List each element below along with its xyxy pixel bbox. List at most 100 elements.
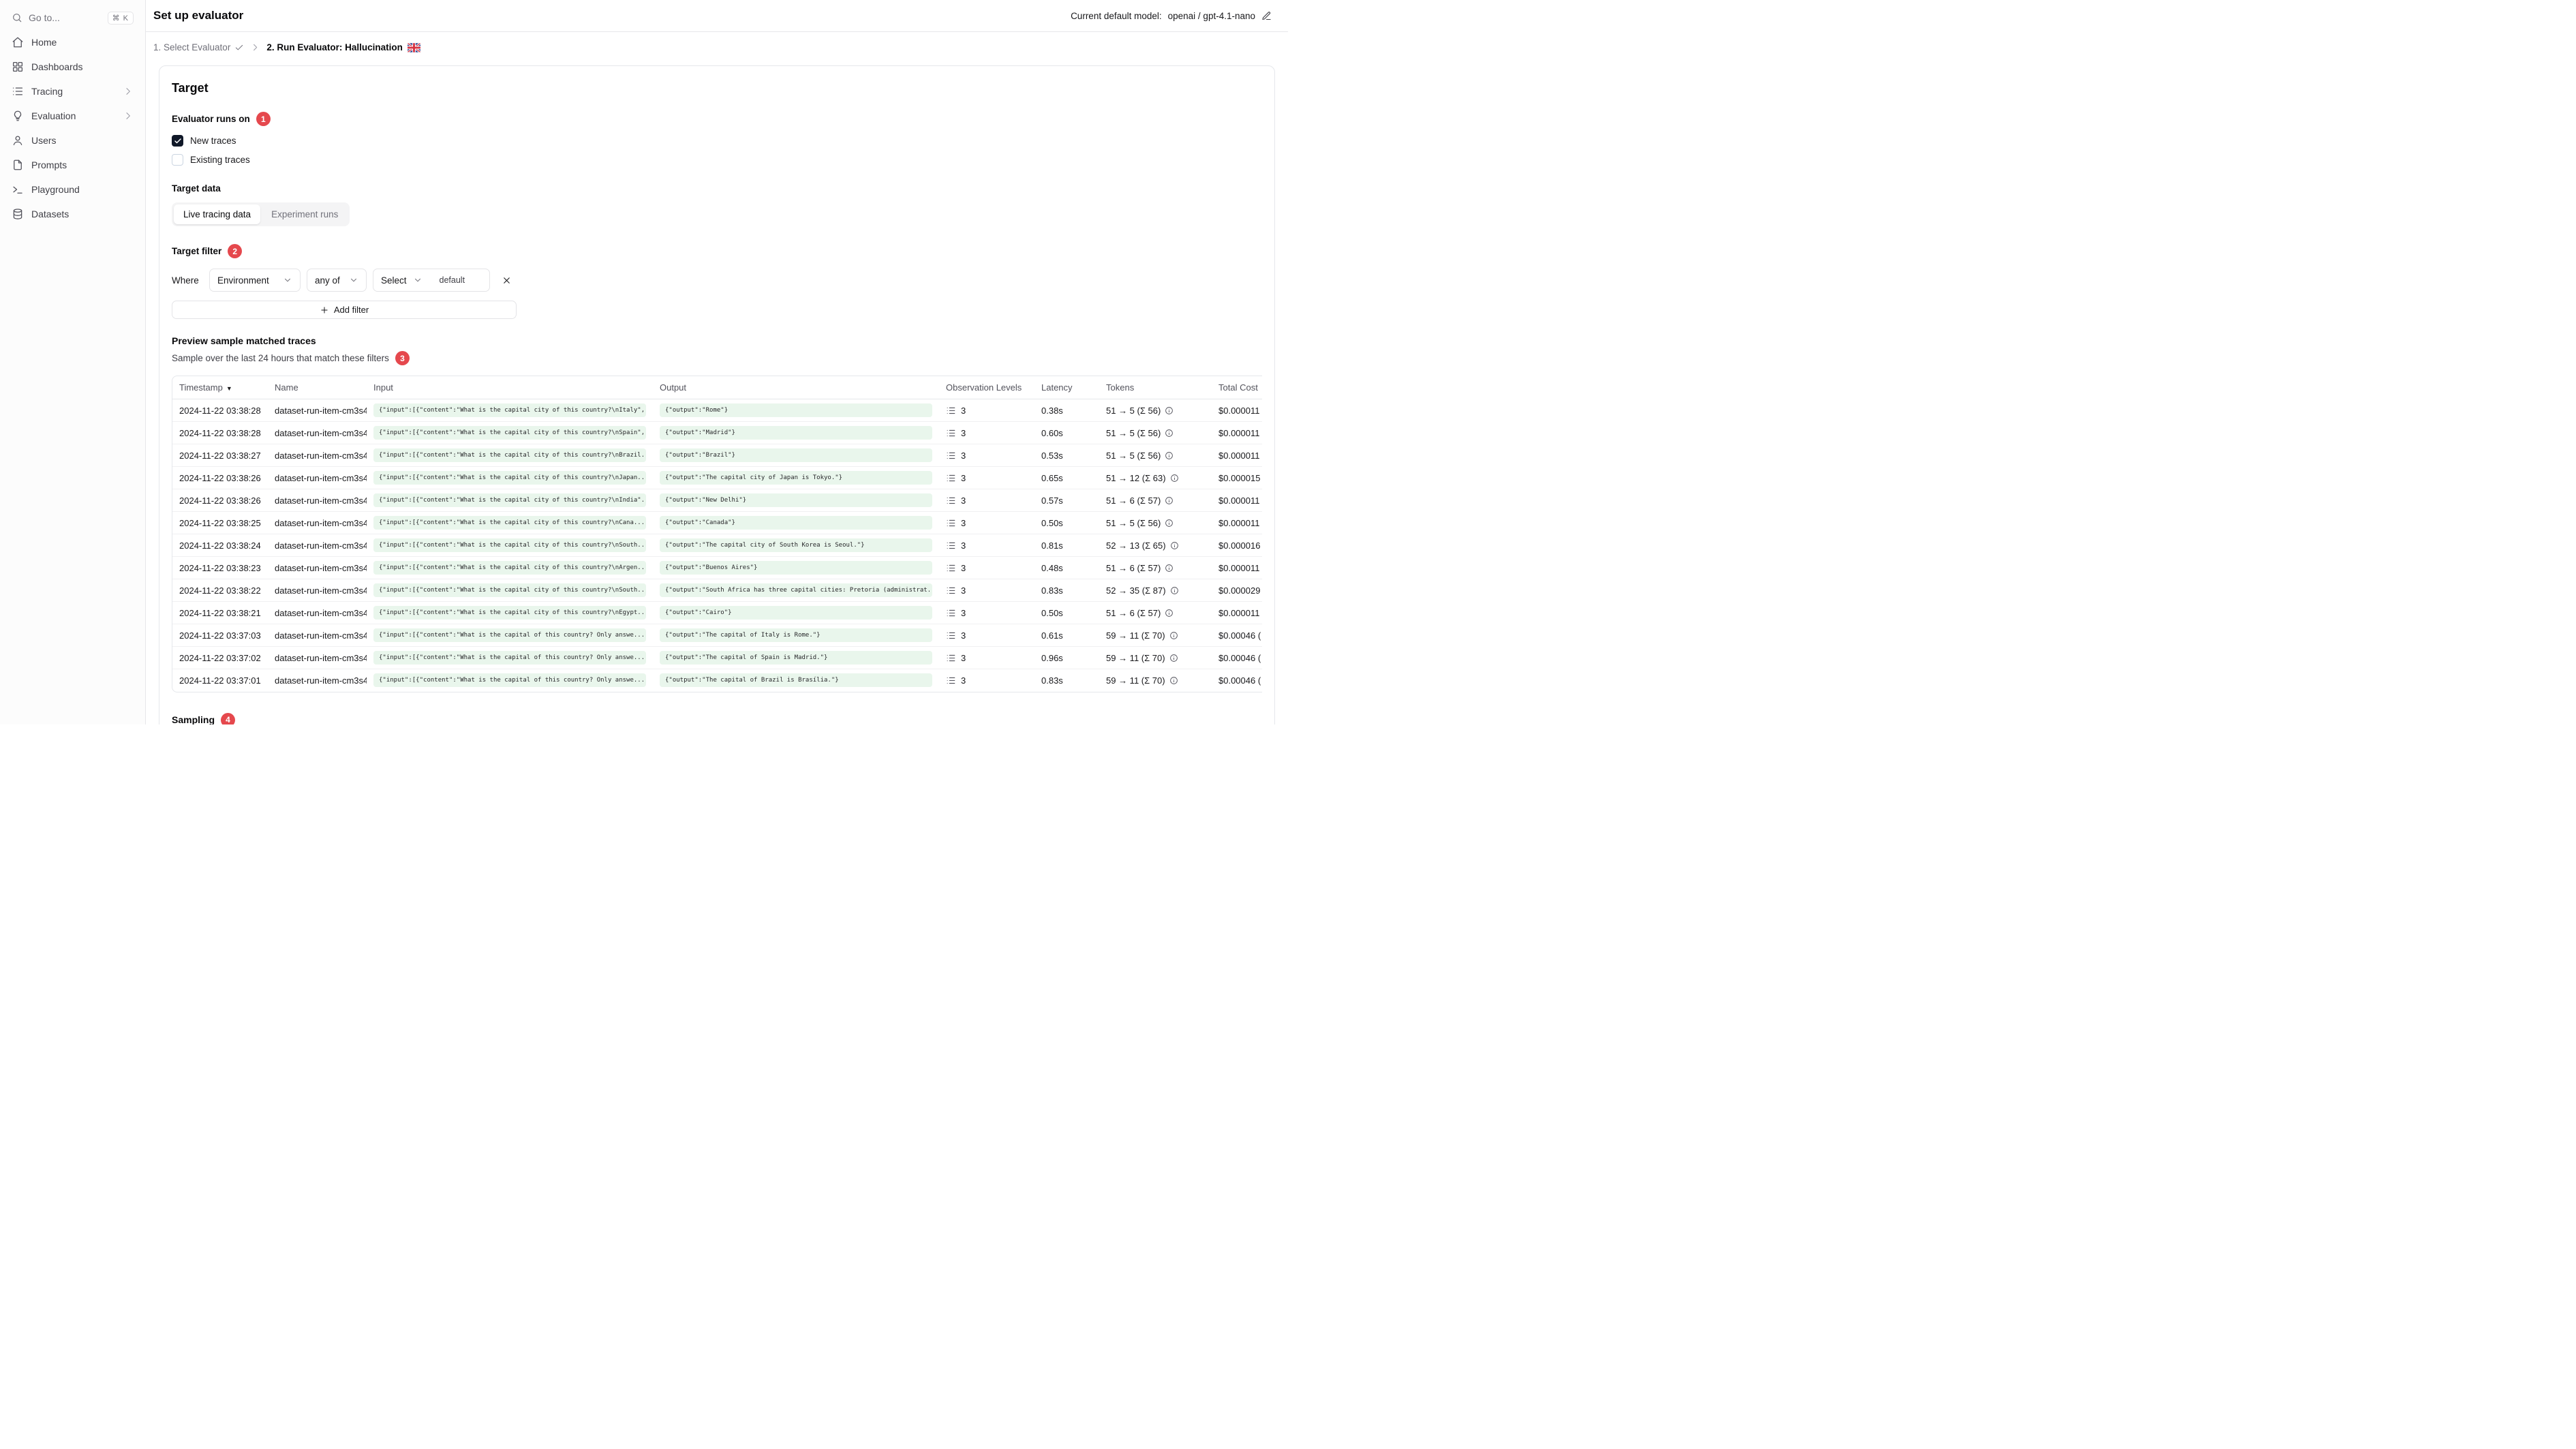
input-preview: {"input":[{"content":"What is the capita… — [373, 673, 646, 688]
cell-output: {"output":"Canada"} — [653, 511, 939, 534]
table-row[interactable]: 2024-11-22 03:37:02 dataset-run-item-cm3… — [172, 646, 1262, 669]
sidebar-item-dashboards[interactable]: Dashboards — [5, 55, 140, 79]
column-header-timestamp[interactable]: Timestamp ▼ — [172, 376, 268, 399]
table-row[interactable]: 2024-11-22 03:37:03 dataset-run-item-cm3… — [172, 624, 1262, 647]
cell-timestamp: 2024-11-22 03:38:25 — [172, 511, 268, 534]
cell-observation-levels: 3 — [939, 399, 1034, 422]
table-row[interactable]: 2024-11-22 03:38:25 dataset-run-item-cm3… — [172, 511, 1262, 534]
cell-input: {"input":[{"content":"What is the capita… — [367, 421, 653, 444]
sort-desc-icon[interactable]: ▼ — [226, 385, 232, 392]
sidebar-item-evaluation[interactable]: Evaluation — [5, 104, 140, 128]
cell-total-cost: $0.000016 ( — [1212, 534, 1262, 557]
cell-observation-levels: 3 — [939, 421, 1034, 444]
add-filter-button[interactable]: Add filter — [172, 301, 517, 319]
observation-levels-icon — [946, 675, 956, 686]
default-model-value: openai / gpt-4.1-nano — [1167, 10, 1255, 21]
checkbox-unchecked-icon — [172, 154, 183, 166]
column-header-observation-levels[interactable]: Observation Levels — [939, 376, 1034, 399]
cell-input: {"input":[{"content":"What is the capita… — [367, 556, 653, 579]
info-icon[interactable] — [1169, 631, 1178, 640]
checkbox-existing-traces[interactable]: Existing traces — [172, 154, 1262, 166]
cell-total-cost: $0.000011 ( — [1212, 601, 1262, 624]
input-preview: {"input":[{"content":"What is the capita… — [373, 516, 646, 530]
table-row[interactable]: 2024-11-22 03:38:24 dataset-run-item-cm3… — [172, 534, 1262, 557]
cell-timestamp: 2024-11-22 03:37:03 — [172, 624, 268, 647]
cell-observation-levels: 3 — [939, 601, 1034, 624]
info-icon[interactable] — [1170, 541, 1179, 550]
column-header-latency[interactable]: Latency — [1034, 376, 1099, 399]
info-icon[interactable] — [1169, 654, 1178, 662]
cell-name: dataset-run-item-cm3s4 — [268, 511, 367, 534]
table-row[interactable]: 2024-11-22 03:38:27 dataset-run-item-cm3… — [172, 444, 1262, 467]
column-header-tokens[interactable]: Tokens — [1099, 376, 1212, 399]
checkbox-new-traces[interactable]: New traces — [172, 135, 1262, 147]
info-icon[interactable] — [1165, 496, 1174, 505]
table-row[interactable]: 2024-11-22 03:38:28 dataset-run-item-cm3… — [172, 399, 1262, 422]
input-preview: {"input":[{"content":"What is the capita… — [373, 583, 646, 597]
cell-tokens: 59 → 11 (Σ 70) — [1099, 669, 1212, 692]
column-header-total-cost[interactable]: Total Cost — [1212, 376, 1262, 399]
tab-live-tracing-data[interactable]: Live tracing data — [174, 204, 261, 224]
sidebar-item-home[interactable]: Home — [5, 30, 140, 55]
sidebar-item-tracing[interactable]: Tracing — [5, 79, 140, 104]
info-icon[interactable] — [1165, 564, 1174, 573]
cell-latency: 0.60s — [1034, 421, 1099, 444]
token-usage: 51 → 5 (Σ 56) — [1106, 517, 1161, 528]
filter-operator-select[interactable]: any of — [307, 269, 367, 292]
observation-levels-icon — [946, 540, 956, 551]
add-filter-label: Add filter — [333, 305, 369, 315]
checkbox-label: New traces — [190, 136, 236, 146]
cell-latency: 0.81s — [1034, 534, 1099, 557]
cell-output: {"output":"Cairo"} — [653, 601, 939, 624]
sidebar-item-prompts[interactable]: Prompts — [5, 153, 140, 177]
input-preview: {"input":[{"content":"What is the capita… — [373, 651, 646, 665]
column-header-input[interactable]: Input — [367, 376, 653, 399]
dashboards-icon — [12, 61, 24, 73]
info-icon[interactable] — [1165, 429, 1174, 438]
observation-levels-icon — [946, 406, 956, 416]
cell-timestamp: 2024-11-22 03:37:01 — [179, 675, 261, 686]
info-icon[interactable] — [1165, 451, 1174, 460]
filter-value-badge: default — [439, 275, 465, 285]
filter-column-select[interactable]: Environment — [209, 269, 301, 292]
table-row[interactable]: 2024-11-22 03:38:26 dataset-run-item-cm3… — [172, 466, 1262, 489]
column-header-output[interactable]: Output — [653, 376, 939, 399]
column-header-name[interactable]: Name — [268, 376, 367, 399]
output-preview: {"output":"Cairo"} — [660, 606, 932, 620]
cell-total-cost: $0.00046 ( — [1218, 675, 1261, 686]
cell-output: {"output":"Buenos Aires"} — [653, 556, 939, 579]
checkbox-label: Existing traces — [190, 155, 250, 165]
sidebar-item-playground[interactable]: Playground — [5, 177, 140, 202]
table-row[interactable]: 2024-11-22 03:38:28 dataset-run-item-cm3… — [172, 421, 1262, 444]
cell-latency: 0.96s — [1034, 646, 1099, 669]
table-row[interactable]: 2024-11-22 03:38:21 dataset-run-item-cm3… — [172, 601, 1262, 624]
cell-timestamp: 2024-11-22 03:38:26 — [172, 466, 268, 489]
info-icon[interactable] — [1165, 609, 1174, 617]
step-select-evaluator[interactable]: 1. Select Evaluator — [153, 42, 244, 52]
prompts-icon — [12, 159, 24, 171]
info-icon[interactable] — [1170, 586, 1179, 595]
filter-value-select[interactable]: Select default — [373, 269, 490, 292]
input-preview: {"input":[{"content":"What is the capita… — [373, 471, 646, 485]
goto-search[interactable]: Go to... ⌘ K — [5, 5, 140, 30]
nav-label: Playground — [31, 184, 80, 195]
cell-latency: 0.53s — [1034, 444, 1099, 467]
table-row[interactable]: 2024-11-22 03:37:01 dataset-run-item-cm3… — [172, 669, 1262, 692]
remove-filter-button[interactable] — [496, 270, 517, 290]
pencil-icon[interactable] — [1261, 11, 1272, 21]
info-icon[interactable] — [1165, 406, 1174, 415]
table-row[interactable]: 2024-11-22 03:38:23 dataset-run-item-cm3… — [172, 556, 1262, 579]
nav-label: Home — [31, 37, 57, 48]
info-icon[interactable] — [1170, 474, 1179, 483]
info-icon[interactable] — [1165, 519, 1174, 528]
tab-experiment-runs[interactable]: Experiment runs — [262, 204, 348, 224]
table-row[interactable]: 2024-11-22 03:38:26 dataset-run-item-cm3… — [172, 489, 1262, 512]
sidebar-item-datasets[interactable]: Datasets — [5, 202, 140, 226]
output-preview: {"output":"Buenos Aires"} — [660, 561, 932, 575]
table-row[interactable]: 2024-11-22 03:38:22 dataset-run-item-cm3… — [172, 579, 1262, 602]
nav-label: Tracing — [31, 86, 63, 97]
cell-input: {"input":[{"content":"What is the capita… — [367, 534, 653, 557]
output-preview: {"output":"Brazil"} — [660, 448, 932, 462]
sidebar-item-users[interactable]: Users — [5, 128, 140, 153]
info-icon[interactable] — [1169, 676, 1178, 685]
